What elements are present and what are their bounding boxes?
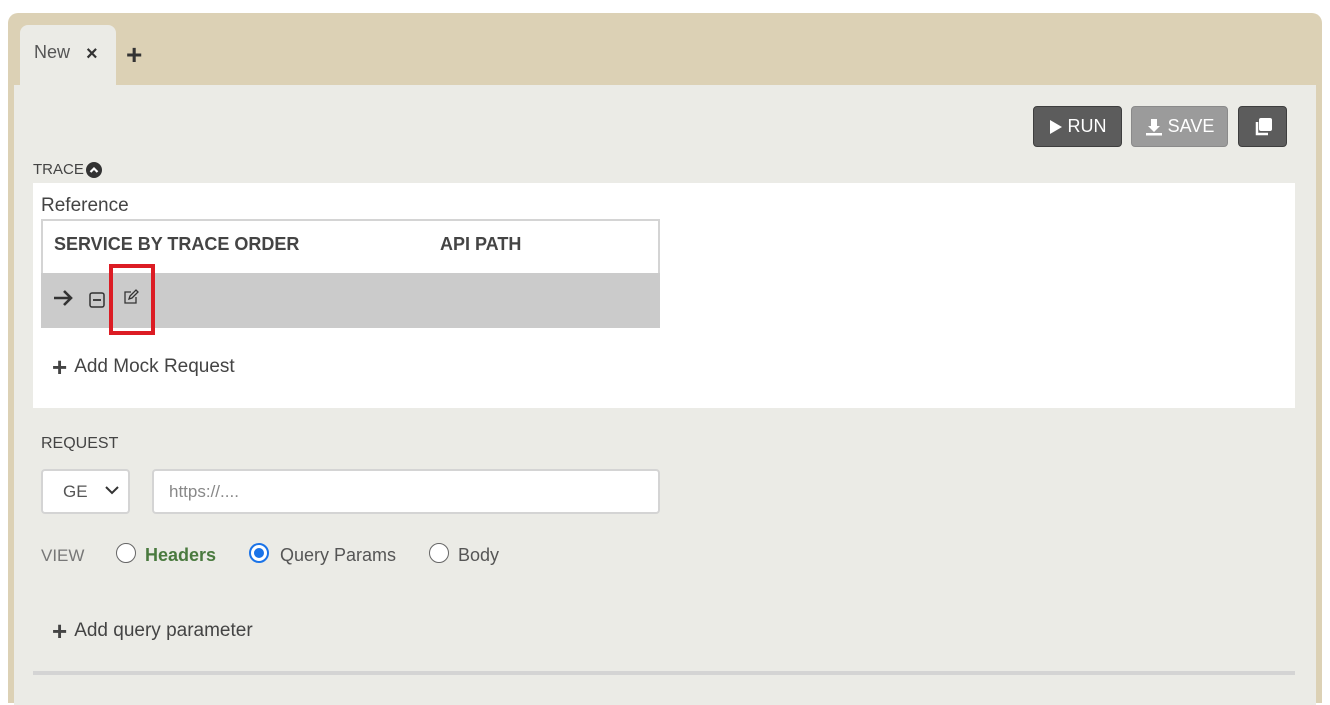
radio-label-query-params[interactable]: Query Params bbox=[280, 545, 396, 566]
copy-icon bbox=[1255, 117, 1272, 135]
reference-label: Reference bbox=[41, 195, 129, 216]
radio-body[interactable] bbox=[429, 543, 449, 563]
minus-square-icon[interactable] bbox=[89, 292, 105, 308]
save-label: SAVE bbox=[1167, 116, 1215, 136]
play-icon bbox=[1049, 119, 1062, 134]
save-button[interactable]: SAVE bbox=[1131, 106, 1228, 147]
plus-icon[interactable]: + bbox=[126, 41, 142, 69]
close-icon[interactable]: × bbox=[86, 43, 98, 66]
divider bbox=[33, 671, 1295, 675]
method-value: GE bbox=[63, 481, 88, 501]
radio-query-params[interactable] bbox=[249, 543, 269, 563]
trace-toggle[interactable]: TRACE bbox=[33, 161, 102, 178]
add-query-parameter-button[interactable]: + Add query parameter bbox=[52, 616, 253, 646]
copy-button[interactable] bbox=[1238, 106, 1287, 147]
run-button[interactable]: RUN bbox=[1033, 106, 1122, 147]
radio-label-headers[interactable]: Headers bbox=[145, 545, 216, 566]
chevron-down-icon bbox=[105, 486, 119, 495]
add-mock-label: Add Mock Request bbox=[74, 356, 235, 377]
column-header-service: SERVICE BY TRACE ORDER bbox=[54, 234, 300, 254]
plus-icon: + bbox=[52, 616, 68, 646]
add-mock-request-button[interactable]: + Add Mock Request bbox=[52, 352, 235, 382]
add-param-label: Add query parameter bbox=[74, 620, 253, 641]
edit-highlight-box bbox=[109, 264, 155, 335]
run-label: RUN bbox=[1067, 116, 1107, 136]
method-select[interactable]: GE bbox=[41, 469, 130, 514]
plus-icon: + bbox=[52, 352, 68, 382]
column-header-api-path: API PATH bbox=[440, 234, 522, 254]
tab-label[interactable]: New bbox=[34, 42, 70, 63]
arrow-right-icon[interactable] bbox=[52, 287, 74, 309]
url-input[interactable] bbox=[152, 469, 660, 514]
download-icon bbox=[1145, 118, 1162, 135]
request-label: REQUEST bbox=[41, 435, 119, 452]
trace-label: TRACE bbox=[33, 161, 84, 178]
radio-label-body[interactable]: Body bbox=[458, 545, 499, 566]
view-label: VIEW bbox=[41, 546, 85, 565]
chevron-up-circle-icon[interactable] bbox=[85, 161, 102, 178]
radio-headers[interactable] bbox=[116, 543, 136, 563]
